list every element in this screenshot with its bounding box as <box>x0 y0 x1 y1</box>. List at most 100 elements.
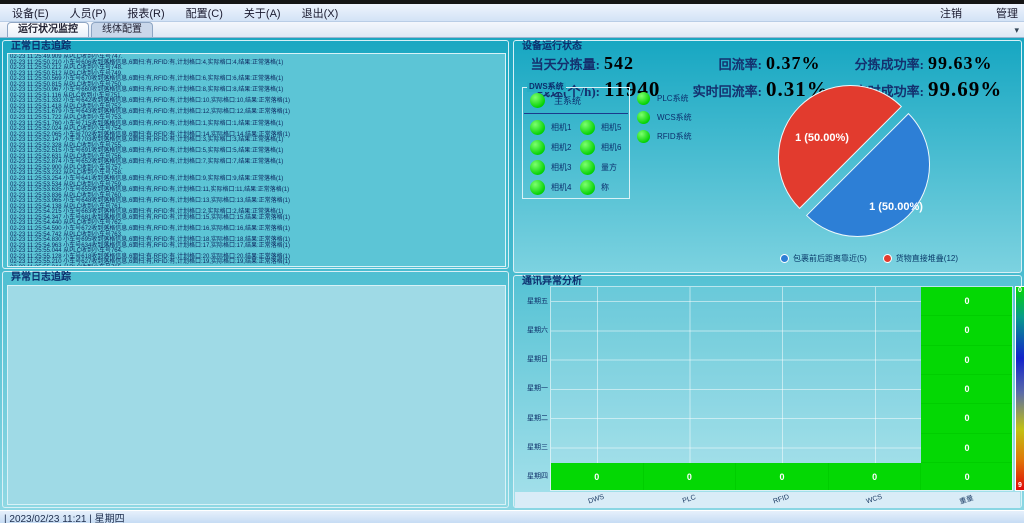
weekday-label: 星期六 <box>527 325 548 335</box>
dws-item-label: 称 <box>601 182 609 193</box>
tab-bar: 运行状况监控 线体配置 ▾ <box>0 22 1024 38</box>
normal-log-list[interactable]: 02-23 11:25:49.909 从PLC收到小车号747.02-23 11… <box>7 53 506 267</box>
stat-label: 分拣成功率: <box>842 54 924 73</box>
status-dot-icon <box>580 120 595 135</box>
dws-item-label: 相机4 <box>551 182 571 193</box>
stat-label: 当天分拣量: <box>518 54 600 73</box>
stat-value: 99.63% <box>928 53 993 74</box>
admin-button[interactable]: 管理 <box>990 5 1024 21</box>
system-status-item: PLC系统 <box>637 89 692 108</box>
log-line: 02-23 11:25:55.344 从PLC收到小车号765. <box>10 266 503 267</box>
dws-item-label: 相机5 <box>601 122 621 133</box>
heatmap-cell: 0 <box>921 346 1013 375</box>
dws-item: 称 <box>580 177 621 197</box>
weekday-label: 星期二 <box>527 413 548 423</box>
normal-log-panel: 正常日志追踪 02-23 11:25:49.909 从PLC收到小车号747.0… <box>2 40 509 269</box>
heatmap-colorbar: 0 9 <box>1015 286 1024 491</box>
status-dot-icon <box>530 93 545 108</box>
chevron-down-icon[interactable]: ▾ <box>1014 25 1019 36</box>
dws-item: 相机3 <box>530 157 571 177</box>
weekday-label: 星期五 <box>527 296 548 306</box>
dws-item: 相机2 <box>530 137 571 157</box>
logout-button[interactable]: 注销 <box>934 5 968 21</box>
dws-main-label: 主系统 <box>554 94 581 107</box>
status-dot-icon <box>637 92 650 105</box>
menu-item[interactable]: 退出(X) <box>296 5 345 21</box>
legend-label: 包裹前后距离靠近(5) <box>793 253 867 264</box>
system-status-item: WCS系统 <box>637 108 692 127</box>
colorbar-max-label: 9 <box>1018 482 1022 490</box>
dws-separator <box>524 113 628 114</box>
weekday-label: 星期四 <box>527 471 548 481</box>
dws-item: 相机6 <box>580 137 621 157</box>
system-label: PLC系统 <box>657 93 689 104</box>
dws-item-label: 量方 <box>601 162 617 173</box>
dws-camera-column-1: 相机1 相机2 相机3 相机4 <box>530 117 571 197</box>
weekday-label: 星期日 <box>527 354 548 364</box>
comm-anomaly-panel: 通讯异常分析 星期五星期六星期日星期一星期二星期三星期四 000000 0000… <box>513 275 1022 508</box>
menu-item[interactable]: 人员(P) <box>64 5 113 21</box>
system-status-item: RFID系统 <box>637 127 692 146</box>
menu-item[interactable]: 配置(C) <box>180 5 229 21</box>
anomaly-pie-chart: 1 (50.00%) 1 (50.00%) <box>754 83 966 251</box>
legend-item-stacked-goods: 货物直接堆叠(12) <box>883 253 958 264</box>
dws-item-label: 相机3 <box>551 162 571 173</box>
dws-item: 相机5 <box>580 117 621 137</box>
status-dot-icon <box>637 130 650 143</box>
dws-item-label: 相机6 <box>601 142 621 153</box>
heatmap-row-labels: 星期五星期六星期日星期一星期二星期三星期四 <box>516 286 548 491</box>
colorbar-min-label: 0 <box>1018 287 1022 295</box>
abnormal-log-panel: 异常日志追踪 <box>2 271 509 508</box>
pie-slice-label-blue: 1 (50.00%) <box>869 201 923 213</box>
status-bar: | 2023/02/23 11:21 | 星期四 <box>0 510 1024 523</box>
system-label: RFID系统 <box>657 131 692 142</box>
dws-item: 量方 <box>580 157 621 177</box>
pie-legend: 包裹前后距离靠近(5) 货物直接堆叠(12) <box>780 253 958 264</box>
status-dot-icon <box>580 180 595 195</box>
status-dot-icon <box>580 140 595 155</box>
heatmap-column-labels: DWSPLCRFIDWCS重量 <box>550 491 1013 508</box>
menu-item[interactable]: 关于(A) <box>238 5 287 21</box>
stat-row: 分拣成功率: 99.63% <box>842 53 1002 77</box>
legend-dot-blue-icon <box>780 254 789 263</box>
status-dot-icon <box>530 120 545 135</box>
status-dot-icon <box>530 180 545 195</box>
dws-camera-column-2: 相机5 相机6 量方 称 <box>580 117 621 197</box>
app-window: 设备(E) 人员(P) 报表(R) 配置(C) 关于(A) 退出(X) 注销 管理 运行状… <box>0 0 1024 523</box>
system-label: WCS系统 <box>657 112 692 123</box>
stat-value: 542 <box>604 53 634 74</box>
heatmap-plot-area: 000000 00000 <box>550 286 1013 491</box>
dws-item-label: 相机2 <box>551 142 571 153</box>
weekday-label: 星期三 <box>527 442 548 452</box>
external-systems-list: PLC系统 WCS系统 RFID系统 <box>637 89 692 146</box>
menu-bar: 设备(E) 人员(P) 报表(R) 配置(C) 关于(A) 退出(X) 注销 管理 <box>0 4 1024 22</box>
dws-item: 相机1 <box>530 117 571 137</box>
abnormal-log-title: 异常日志追踪 <box>9 272 73 284</box>
status-datetime: | 2023/02/23 11:21 | 星期四 <box>4 510 125 523</box>
legend-dot-red-icon <box>883 254 892 263</box>
stat-row: 当天分拣量: 542 <box>518 53 660 77</box>
menu-items: 设备(E) 人员(P) 报表(R) 配置(C) 关于(A) 退出(X) <box>0 5 353 21</box>
stat-label: 实时回流率: <box>680 81 762 100</box>
tab-line-config[interactable]: 线体配置 <box>91 22 153 37</box>
heatmap-cell: 0 <box>921 287 1013 316</box>
dws-box-title: DWS系统 <box>527 82 566 92</box>
stat-value: 0.37% <box>766 53 821 74</box>
tab-run-monitor[interactable]: 运行状况监控 <box>7 22 89 37</box>
heatmap-green-column: 000000 <box>921 287 1013 463</box>
heatmap-cell: 0 <box>921 404 1013 433</box>
status-dot-icon <box>530 140 545 155</box>
device-status-title: 设备运行状态 <box>520 41 584 53</box>
heatmap-cell: 0 <box>921 375 1013 404</box>
pie-slice-label-red: 1 (50.00%) <box>795 132 849 144</box>
legend-item-near-distance: 包裹前后距离靠近(5) <box>780 253 867 264</box>
dws-item: 相机4 <box>530 177 571 197</box>
menu-item[interactable]: 报表(R) <box>121 5 170 21</box>
menu-item[interactable]: 设备(E) <box>6 5 55 21</box>
abnormal-log-list[interactable] <box>7 285 506 505</box>
heatmap-cell: 0 <box>921 434 1013 463</box>
status-dot-icon <box>530 160 545 175</box>
dws-system-box: DWS系统 主系统 相机1 相机2 相机3 <box>522 87 630 199</box>
normal-log-title: 正常日志追踪 <box>9 41 73 53</box>
weekday-label: 星期一 <box>527 383 548 393</box>
